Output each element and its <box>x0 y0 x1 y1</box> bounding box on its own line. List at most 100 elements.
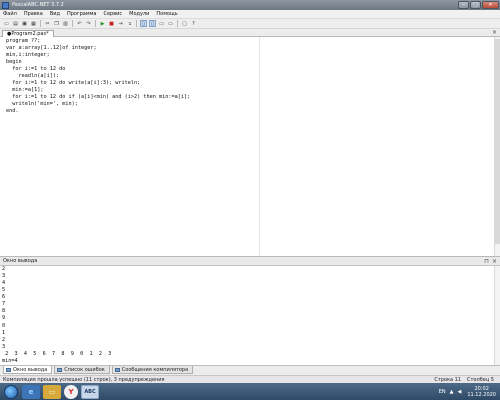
window-title: PascalABC.NET 3.7.2 <box>12 2 64 8</box>
output-line: 3 <box>2 273 6 280</box>
run-icon[interactable]: ▶ <box>99 20 106 27</box>
tab-compiler-messages[interactable]: Сообщения компилятора <box>111 366 194 374</box>
compiler-messages-icon <box>114 367 120 372</box>
tab-program2[interactable]: ●Program2.pas* <box>2 30 54 37</box>
menu-program[interactable]: Программа <box>67 11 96 17</box>
toolbar-separator <box>177 20 178 27</box>
clock-date: 11.12.2020 <box>467 391 496 398</box>
status-bar: Компиляция прошла успешно (11 строк), 3 … <box>0 375 500 383</box>
tab-label: Сообщения компилятора <box>121 366 189 373</box>
output-text: 234567890123 2 3 4 5 6 7 8 9 0 1 2 3 min=… <box>2 266 111 365</box>
layout1-icon[interactable]: ▯ <box>140 20 147 27</box>
close-tab-icon[interactable]: × <box>492 29 497 36</box>
close-button[interactable]: ✕ <box>482 1 499 9</box>
code-line: begin <box>6 58 22 65</box>
undo-icon[interactable]: ↶ <box>76 20 83 27</box>
menu-file[interactable]: Файл <box>3 11 17 17</box>
output-line: min=4 <box>2 357 18 364</box>
help-icon[interactable]: ? <box>190 20 197 27</box>
copy-icon[interactable]: ❐ <box>53 20 60 27</box>
step-over-icon[interactable]: ↴ <box>126 20 133 27</box>
pin-icon[interactable]: ⊓ <box>484 258 489 265</box>
minimize-button[interactable]: – <box>458 1 469 9</box>
menu-view[interactable]: Вид <box>50 11 60 17</box>
menu-help[interactable]: Помощь <box>156 11 177 17</box>
error-list-icon <box>57 367 63 372</box>
save-icon[interactable]: ▣ <box>21 20 28 27</box>
output-panel-title: Окно вывода <box>3 258 38 264</box>
code-text[interactable]: program ??; var a:array[1..12]of integer;… <box>6 38 190 114</box>
paste-icon[interactable]: ▥ <box>62 20 69 27</box>
cut-icon[interactable]: ✂ <box>44 20 51 27</box>
toolbar: ▭ ▤ ▣ ▦ ✂ ❐ ▥ ↶ ↷ ▶ ■ ⇥ ↴ ▯ ▯ ▭ ▭ ▢ ? <box>0 19 500 29</box>
status-row: Строка 11 <box>434 376 461 383</box>
menu-modules[interactable]: Модули <box>129 11 149 17</box>
code-editor[interactable]: program ??; var a:array[1..12]of integer;… <box>0 37 500 257</box>
output-line: 5 <box>2 287 6 294</box>
toolbar-separator <box>95 20 96 27</box>
status-column: Столбец 5 <box>467 376 494 383</box>
toolbar-separator <box>72 20 73 27</box>
tab-label: Список ошибок <box>64 366 105 373</box>
output-line: 1 <box>2 329 6 336</box>
code-line: min:=a[1]; <box>6 86 44 93</box>
output-line: 8 <box>2 308 6 315</box>
form-icon[interactable]: ▢ <box>181 20 188 27</box>
tab-label: Окно вывода <box>13 366 48 373</box>
code-line: end. <box>6 107 19 114</box>
output-line: 0 <box>2 322 6 329</box>
yandex-icon[interactable]: Y <box>64 384 78 399</box>
code-line: for i:=1 to 12 do if (a[i]<min) and (i>2… <box>6 93 191 100</box>
maximize-button[interactable]: □ <box>470 1 481 9</box>
folder-icon[interactable]: ▭ <box>43 384 61 399</box>
output-line: 7 <box>2 301 6 308</box>
code-line: min,i:integer; <box>6 51 50 58</box>
menu-edit[interactable]: Правка <box>24 11 43 17</box>
code-line: var a:array[1..12]of integer; <box>6 44 97 51</box>
stop-icon[interactable]: ■ <box>108 20 115 27</box>
editor-margin-line <box>259 37 260 256</box>
ie-icon[interactable]: e <box>22 384 40 399</box>
network-icon[interactable]: ▲ <box>450 389 454 395</box>
menu-service[interactable]: Сервис <box>103 11 122 17</box>
menu-bar: Файл Правка Вид Программа Сервис Модули … <box>0 10 500 19</box>
output-line: 6 <box>2 294 6 301</box>
code-line: for i:=1 to 12 do write(a[i]:3); writeln… <box>6 79 141 86</box>
output-line: 2 3 4 5 6 7 8 9 0 1 2 3 <box>2 350 112 357</box>
scrollbar-thumb[interactable] <box>495 39 500 244</box>
start-button[interactable] <box>4 384 18 399</box>
status-message: Компиляция прошла успешно (11 строк), 3 … <box>3 376 165 383</box>
bottom-tab-bar: Окно вывода Список ошибок Сообщения комп… <box>0 365 500 375</box>
output-scrollbar[interactable] <box>494 266 500 365</box>
volume-icon[interactable]: ◀ <box>458 389 462 395</box>
close-panel-icon[interactable]: × <box>492 258 497 265</box>
layout2-icon[interactable]: ▯ <box>149 20 156 27</box>
clock[interactable]: 20:02 11.12.2020 <box>467 386 496 398</box>
output-line: 3 <box>2 343 6 350</box>
code-line: program ??; <box>6 38 41 44</box>
output-line: 9 <box>2 315 6 322</box>
output-line: 2 <box>2 266 6 272</box>
layout4-icon[interactable]: ▭ <box>167 20 174 27</box>
code-line: for i:=1 to 12 do <box>6 65 66 72</box>
editor-scrollbar[interactable] <box>494 37 500 256</box>
app-icon <box>2 1 9 9</box>
output-panel-header: Окно вывода ⊓ × <box>0 257 500 266</box>
open-icon[interactable]: ▤ <box>12 20 19 27</box>
save-all-icon[interactable]: ▦ <box>30 20 37 27</box>
layout3-icon[interactable]: ▭ <box>158 20 165 27</box>
system-tray: EN ▲ ◀ 20:02 11.12.2020 <box>435 386 500 398</box>
pascal-abc-icon[interactable]: ABC <box>81 384 99 399</box>
code-line: readln(a[i]); <box>6 72 60 79</box>
code-line: writeln('min=', min); <box>6 100 78 107</box>
output-window[interactable]: 234567890123 2 3 4 5 6 7 8 9 0 1 2 3 min=… <box>0 266 500 365</box>
step-icon[interactable]: ⇥ <box>117 20 124 27</box>
tab-error-list[interactable]: Список ошибок <box>54 366 110 374</box>
new-icon[interactable]: ▭ <box>3 20 10 27</box>
redo-icon[interactable]: ↷ <box>85 20 92 27</box>
output-line: 4 <box>2 280 6 287</box>
title-bar: PascalABC.NET 3.7.2 – □ ✕ <box>0 0 500 10</box>
tab-output-window[interactable]: Окно вывода <box>3 366 53 374</box>
language-indicator[interactable]: EN <box>439 389 446 395</box>
output-line: 2 <box>2 336 6 343</box>
